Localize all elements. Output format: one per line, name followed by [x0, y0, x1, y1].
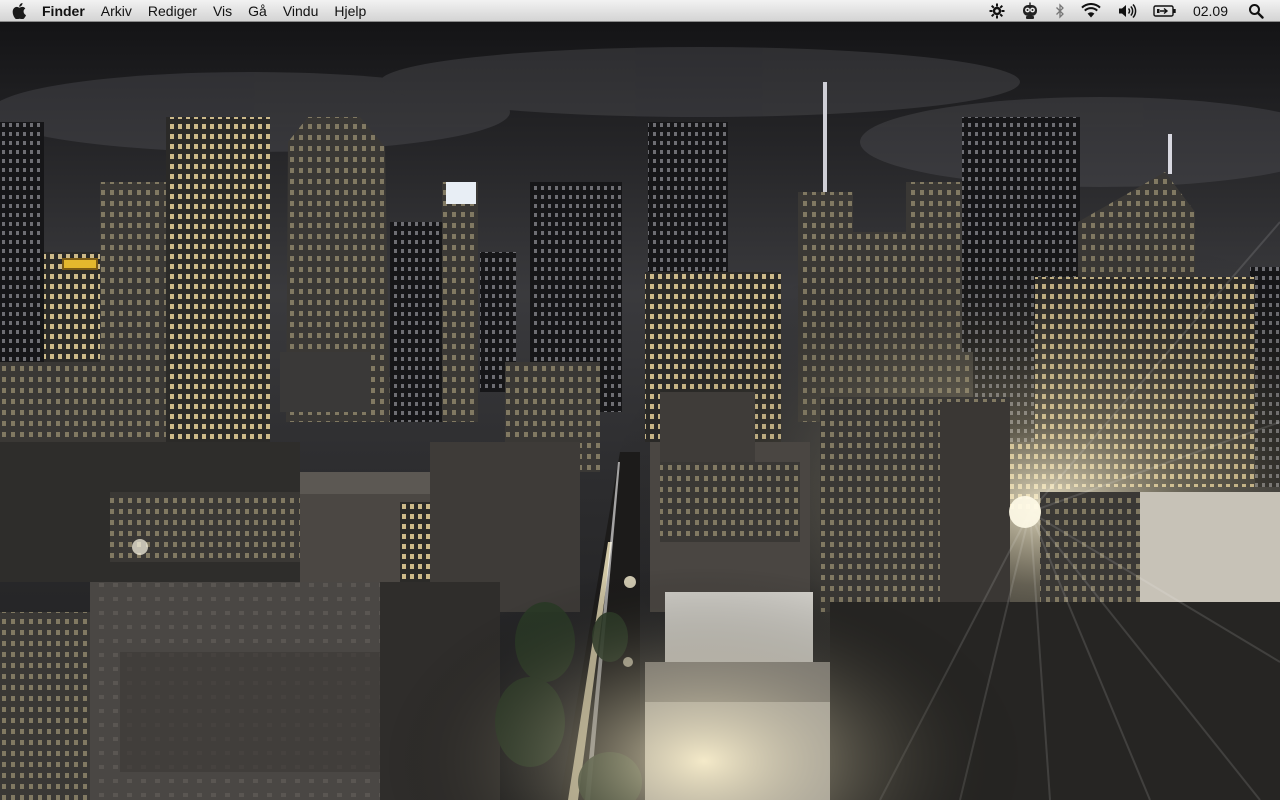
menu-bar: Finder Arkiv Rediger Vis Gå Vindu Hjelp	[0, 0, 1280, 22]
wifi-icon[interactable]	[1073, 0, 1109, 22]
menu-bar-clock[interactable]: 02.09	[1185, 0, 1240, 22]
apple-logo-icon[interactable]	[0, 0, 38, 22]
volume-icon[interactable]	[1109, 0, 1145, 22]
menu-rediger[interactable]: Rediger	[140, 0, 205, 22]
menu-bar-left: Finder Arkiv Rediger Vis Gå Vindu Hjelp	[0, 0, 374, 22]
menu-bar-status-area: 02.09	[981, 0, 1280, 22]
menu-vis[interactable]: Vis	[205, 0, 240, 22]
menu-vindu[interactable]: Vindu	[275, 0, 327, 22]
menu-app-finder[interactable]: Finder	[38, 0, 93, 22]
menu-hjelp[interactable]: Hjelp	[326, 0, 374, 22]
bluetooth-icon[interactable]	[1047, 0, 1073, 22]
desktop-wallpaper	[0, 22, 1280, 800]
wallpaper-city-image	[0, 22, 1280, 800]
menu-arkiv[interactable]: Arkiv	[93, 0, 140, 22]
gear-icon[interactable]	[981, 0, 1013, 22]
robot-icon[interactable]	[1013, 0, 1047, 22]
screen: Finder Arkiv Rediger Vis Gå Vindu Hjelp	[0, 0, 1280, 800]
battery-icon[interactable]	[1145, 0, 1185, 22]
menu-ga[interactable]: Gå	[240, 0, 275, 22]
spotlight-search-icon[interactable]	[1240, 0, 1272, 22]
